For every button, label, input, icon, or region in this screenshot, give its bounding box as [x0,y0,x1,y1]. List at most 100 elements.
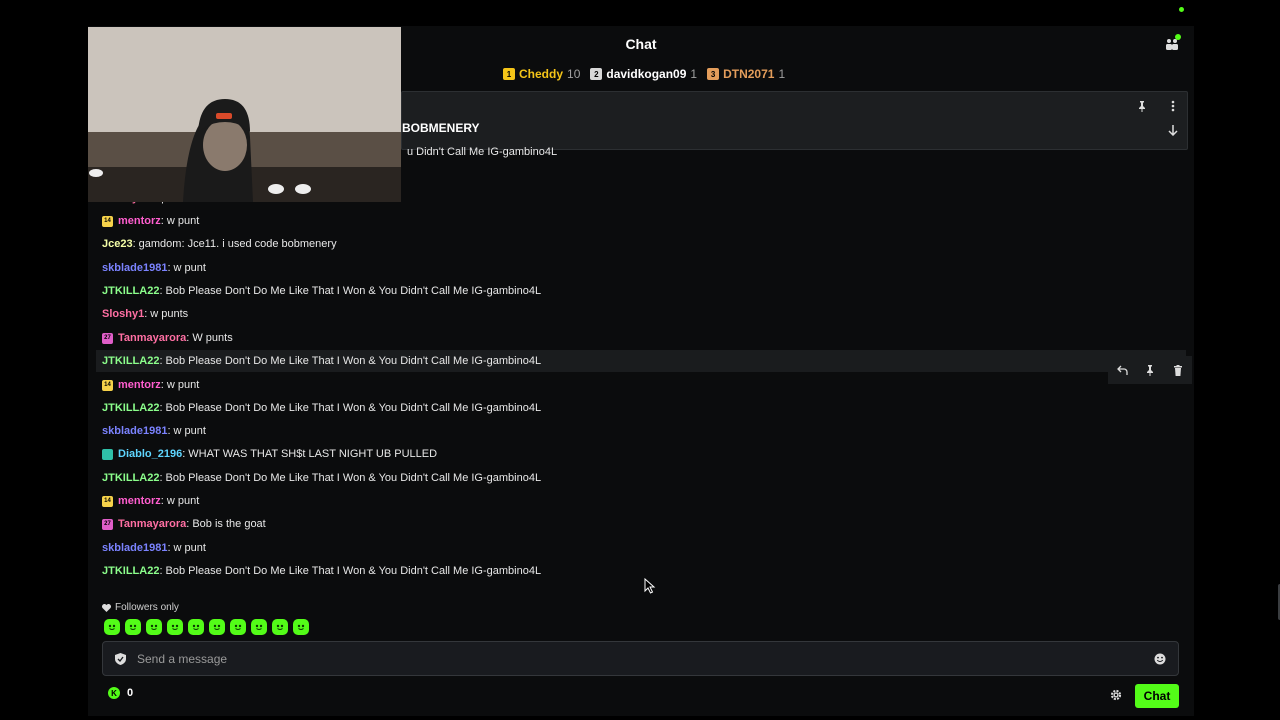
chat-message[interactable]: Diablo_2196: WHAT WAS THAT SH$t LAST NIGH… [96,443,1186,465]
subscriber-badge-icon[interactable]: 27 [102,332,113,344]
emote-icon[interactable] [188,619,204,635]
emote-icon[interactable] [272,619,288,635]
smiley-icon [1154,653,1166,664]
chat-message[interactable]: 14 mentorz: w punt [96,490,1186,512]
chat-username[interactable]: JTKILLA22 [102,285,159,297]
online-status-dot [1179,7,1184,12]
chat-message-text: WHAT WAS THAT SH$t LAST NIGHT UB PULLED [188,448,438,460]
chat-message-text: w punt [173,542,206,554]
chat-username[interactable]: skblade1981 [102,262,167,274]
chat-message[interactable]: 14 mentorz: w punt [96,210,1186,232]
reply-icon[interactable] [1116,365,1128,376]
chat-username[interactable]: JTKILLA22 [102,472,159,484]
subscriber-badge-icon[interactable]: 14 [102,379,113,391]
emote-icon[interactable] [209,619,225,635]
subscriber-badge-icon[interactable] [102,448,113,460]
subscriber-badge-icon[interactable]: 27 [102,518,113,530]
emote-icon[interactable] [293,619,309,635]
chat-message[interactable]: JTKILLA22: Bob Please Don't Do Me Like Th… [96,350,1186,372]
chat-message[interactable]: Sloshy1:w punts [96,303,1186,325]
send-message-input[interactable] [137,651,1152,666]
chat-message[interactable]: 14 mentorz: w punt [96,374,1186,396]
leaderboard-item[interactable]: 1 Cheddy 10 [503,67,580,81]
chat-username[interactable]: skblade1981 [102,425,167,437]
mouse-cursor-icon [644,578,656,594]
emote-icon[interactable] [125,619,141,635]
chat-username[interactable]: Jce23 [102,238,133,250]
emote-icon[interactable] [104,619,120,635]
chat-message-text: W punts [192,332,233,344]
shield-icon[interactable] [113,652,127,666]
leaderboard-name: Cheddy [519,67,564,81]
username-separator: : [159,285,163,297]
send-chat-button[interactable]: Chat [1135,684,1179,708]
username-separator: : [159,565,163,577]
chat-message-text: w punts [150,308,189,320]
channel-points[interactable]: K 0 [108,687,133,699]
chat-message-text: w punt [166,495,200,507]
username-separator: : [167,262,171,274]
chat-username[interactable]: skblade1981 [102,542,167,554]
emote-icon[interactable] [251,619,267,635]
message-input-container[interactable] [102,641,1179,676]
gear-icon [1110,689,1122,701]
chat-username[interactable]: Tanmayarora [118,518,186,530]
username-separator: : [160,379,164,391]
chat-message[interactable]: JTKILLA22: Bob Please Don't Do Me Like Th… [96,560,1186,582]
chat-settings-button[interactable] [1108,687,1124,703]
chat-username[interactable]: mentorz [118,495,161,507]
chat-message[interactable]: skblade1981: w punt [96,537,1186,559]
chat-message-text: Bob Please Don't Do Me Like That I Won &… [165,355,542,367]
chat-message[interactable]: JTKILLA22: Bob Please Don't Do Me Like Th… [96,467,1186,489]
leaderboard-count: 1 [690,67,698,81]
chat-title: Chat [625,36,657,52]
leaderboard-count: 10 [567,67,581,81]
subscriber-badge-icon[interactable]: 14 [102,215,113,227]
chat-username[interactable]: mentorz [118,215,161,227]
chat-message[interactable]: u Didn't Call Me IG-gambino4L [401,141,1194,163]
chat-message[interactable]: Jce23: gamdom: Jce11. i used code bobmene… [96,233,1186,255]
chat-username[interactable]: Sloshy1 [102,308,144,320]
chat-message[interactable]: 27 Tanmayarora: Bob is the goat [96,513,1186,535]
chat-message-text: Bob is the goat [192,518,266,530]
chat-username[interactable]: JTKILLA22 [102,355,159,367]
webcam-overlay[interactable] [88,27,401,202]
username-separator: : [144,308,148,320]
chat-message-text: u Didn't Call Me IG-gambino4L [407,146,558,158]
leaderboard-item[interactable]: 2 davidkogan09 1 [590,67,697,81]
leaderboard-name: davidkogan09 [606,67,687,81]
gifter-leaderboard: 1 Cheddy 10 2 davidkogan09 1 3 DTN2071 1 [503,67,785,81]
username-separator: : [159,355,163,367]
chat-username[interactable]: JTKILLA22 [102,565,159,577]
username-separator: : [132,238,136,250]
kick-points-icon: K [108,687,120,699]
username-separator: : [167,425,171,437]
chat-message-text: Bob Please Don't Do Me Like That I Won &… [165,565,542,577]
emote-icon[interactable] [146,619,162,635]
leaderboard-item[interactable]: 3 DTN2071 1 [707,67,785,81]
emote-icon[interactable] [167,619,183,635]
chatters-button[interactable] [1162,34,1182,54]
rank-badge-icon: 3 [707,68,720,80]
chat-username[interactable]: JTKILLA22 [102,402,159,414]
chat-username[interactable]: Diablo_2196 [118,448,182,460]
chat-message[interactable]: skblade1981: w punt [96,420,1186,442]
quick-emote-bar [104,619,309,635]
emoji-picker-button[interactable] [1152,651,1168,667]
chat-username[interactable]: mentorz [118,379,161,391]
chat-message[interactable]: 27 Tanmayarora: W punts [96,327,1186,349]
chat-message-text: Bob Please Don't Do Me Like That I Won &… [165,402,542,414]
leaderboard-name: DTN2071 [723,67,775,81]
chat-username[interactable]: Tanmayarora [118,332,186,344]
chat-message[interactable]: skblade1981: w punt [96,257,1186,279]
pin-icon[interactable] [1145,364,1155,376]
points-count: 0 [127,687,134,699]
rank-badge-icon: 2 [590,68,603,80]
emote-icon[interactable] [230,619,246,635]
delete-icon[interactable] [1173,364,1183,376]
subscriber-badge-icon[interactable]: 14 [102,495,113,507]
chat-message[interactable]: JTKILLA22: Bob Please Don't Do Me Like Th… [96,280,1186,302]
chat-message[interactable]: JTKILLA22: Bob Please Don't Do Me Like Th… [96,397,1186,419]
chat-message-text: w punt [173,425,206,437]
username-separator: : [159,472,163,484]
